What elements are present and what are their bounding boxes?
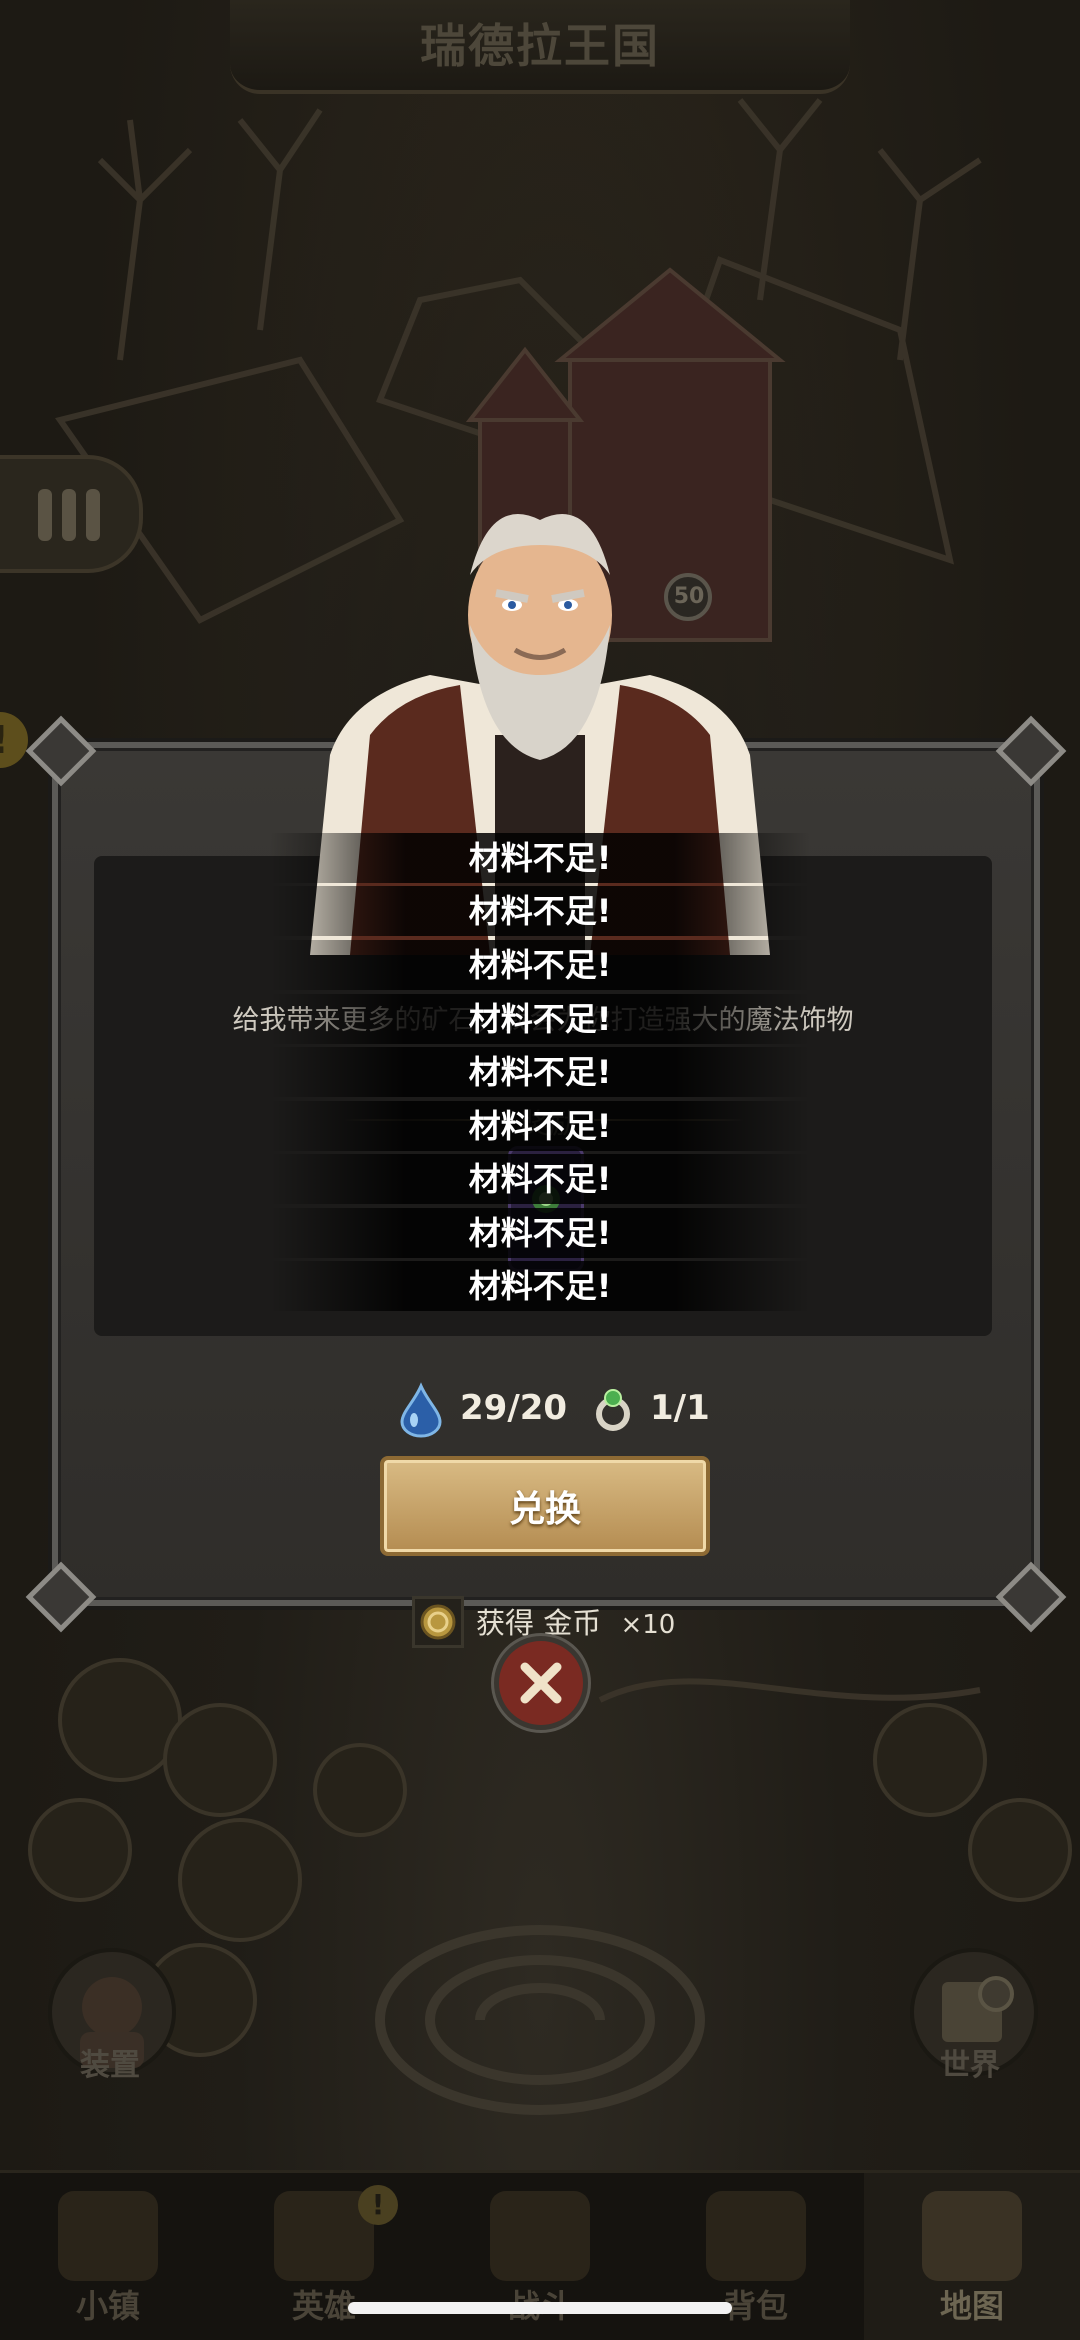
nav-town-label: 小镇 — [75, 2287, 140, 2325]
nav-hero[interactable]: ! 英雄 — [216, 2173, 432, 2340]
town-icon — [58, 2191, 158, 2281]
nav-map[interactable]: 地图 — [864, 2173, 1080, 2340]
exchange-button-label: 兑换 — [508, 1489, 581, 1530]
battle-icon — [490, 2191, 590, 2281]
home-indicator — [348, 2302, 732, 2314]
reward-count: ×10 — [620, 1610, 676, 1640]
cost-row: 29/20 1/1 — [58, 1382, 1034, 1442]
exchange-button[interactable]: 兑换 — [380, 1456, 710, 1556]
ring-cost-value: 1/1 — [650, 1388, 710, 1428]
insufficient-material-toast: 材料不足! — [270, 994, 810, 1044]
world-label: 世界 — [940, 2048, 1000, 2083]
menu-bar-icon — [62, 489, 76, 541]
gold-coin-icon — [420, 1604, 456, 1640]
equipment-label: 装置 — [80, 2048, 140, 2083]
menu-bar-icon — [38, 489, 52, 541]
nav-backpack[interactable]: 背包 — [648, 2173, 864, 2340]
hero-alert-badge: ! — [358, 2185, 398, 2225]
water-cost-value: 29/20 — [460, 1388, 568, 1428]
insufficient-material-toast: 材料不足! — [270, 1208, 810, 1258]
region-title: 瑞德拉王国 — [420, 19, 660, 73]
insufficient-material-toast: 材料不足! — [270, 1047, 810, 1097]
insufficient-material-toast: 材料不足! — [270, 1101, 810, 1151]
coin-frame — [412, 1596, 464, 1648]
bottom-navigation: 小镇 ! 英雄 战斗 背包 地图 — [0, 2170, 1080, 2340]
map-icon — [922, 2191, 1022, 2281]
close-swords-icon — [520, 1662, 562, 1704]
menu-button[interactable] — [0, 455, 143, 573]
nav-battle[interactable]: 战斗 — [432, 2173, 648, 2340]
insufficient-material-toast: 材料不足! — [270, 833, 810, 883]
ring-icon — [596, 1389, 630, 1431]
insufficient-material-toast: 材料不足! — [270, 1261, 810, 1311]
menu-bar-icon — [86, 489, 100, 541]
water-drop-icon — [400, 1382, 442, 1438]
reward-text: 获得 金币 ×10 — [476, 1600, 675, 1642]
nav-map-label: 地图 — [939, 2287, 1004, 2325]
insufficient-material-toast: 材料不足! — [270, 940, 810, 990]
backpack-icon — [706, 2191, 806, 2281]
insufficient-material-toast: 材料不足! — [270, 886, 810, 936]
header-banner: 瑞德拉王国 — [230, 0, 850, 94]
nav-town[interactable]: 小镇 — [0, 2173, 216, 2340]
reward-label: 获得 金币 — [476, 1606, 602, 1640]
insufficient-material-toast: 材料不足! — [270, 1154, 810, 1204]
close-button[interactable] — [494, 1636, 588, 1730]
